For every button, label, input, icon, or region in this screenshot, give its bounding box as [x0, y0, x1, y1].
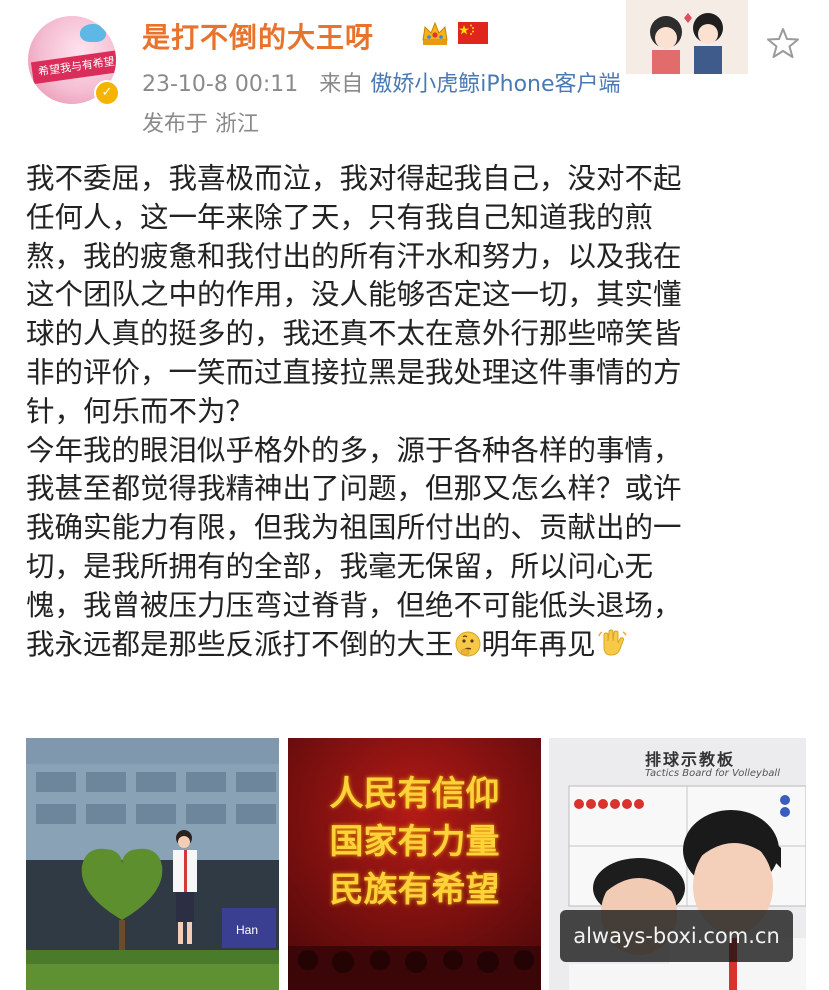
- body-line: 今年我的眼泪似乎格外的多，源于各种各样的事情，: [26, 433, 682, 467]
- slogan-line: 民族有希望: [329, 870, 500, 910]
- body-line: 任何人，这一年来除了天，只有我自己知道我的煎: [26, 200, 654, 234]
- body-text-before-emoji: 我永远都是那些反派打不倒的大王: [26, 627, 454, 661]
- crown-emoji-icon: [422, 21, 448, 45]
- body-line: 切，是我所拥有的全部，我毫无保留，所以问心无: [26, 549, 654, 583]
- board-subtitle: Tactics Board for Volleyball: [645, 768, 780, 779]
- photo-heart-topiary[interactable]: Han: [26, 738, 279, 990]
- verified-badge-icon: ✓: [94, 80, 120, 106]
- post-header: 希望我与有希望 ✓ 是打不倒的大王呀 23-10-8 00:11 来自 傲娇小虎…: [0, 0, 829, 150]
- thinking-face-emoji-icon: [455, 631, 481, 657]
- body-line: 熬，我的疲惫和我付出的所有汗水和努力，以及我在: [26, 239, 682, 273]
- source-prefix: 来自: [319, 72, 364, 97]
- board-title: 排球示教板: [645, 750, 736, 769]
- body-line: 我确实能力有限，但我为祖国所付出的、贡献出的一: [26, 511, 682, 545]
- body-line: 球的人真的挺多的，我还真不太在意外行那些啼笑皆: [26, 317, 682, 351]
- china-flag-icon: [458, 22, 488, 44]
- whale-icon: [80, 24, 106, 42]
- post-meta: 23-10-8 00:11 来自 傲娇小虎鲸iPhone客户端: [142, 66, 621, 98]
- star-outline-icon[interactable]: [766, 26, 800, 60]
- post-location: 发布于 浙江: [142, 112, 259, 137]
- body-line-last: 我永远都是那些反派打不倒的大王 明年再见: [26, 626, 806, 665]
- slogan-line: 人民有信仰: [329, 774, 500, 814]
- post-timestamp: 23-10-8 00:11: [142, 72, 299, 97]
- source-client-link[interactable]: 傲娇小虎鲸iPhone客户端: [370, 72, 620, 97]
- body-line: 非的评价，一笑而过直接拉黑是我处理这件事情的方: [26, 355, 682, 389]
- waving-hand-emoji-icon: [597, 629, 627, 656]
- body-line: 这个团队之中的作用，没人能够否定这一切，其实懂: [26, 278, 682, 312]
- sign-text: Han: [236, 923, 258, 937]
- slogan-line: 国家有力量: [329, 822, 500, 862]
- body-line: 我甚至都觉得我精神出了问题，但那又怎么样？或许: [26, 472, 682, 506]
- post-body: 我不委屈，我喜极而泣，我对得起我自己，没对不起 任何人，这一年来除了天，只有我自…: [26, 160, 806, 664]
- watermark: always-boxi.com.cn: [560, 910, 793, 962]
- body-text-after-emoji: 明年再见: [481, 627, 596, 661]
- body-line: 愧，我曾被压力压弯过脊背，但绝不可能低头退场，: [26, 588, 682, 622]
- decorative-cartoon-image: [626, 0, 748, 74]
- body-line: 针，何乐而不为？: [26, 394, 255, 428]
- author-name[interactable]: 是打不倒的大王呀: [142, 16, 374, 56]
- photo-slogan-banner[interactable]: 人民有信仰 国家有力量 民族有希望: [288, 738, 541, 990]
- body-line: 我不委屈，我喜极而泣，我对得起我自己，没对不起: [26, 162, 682, 195]
